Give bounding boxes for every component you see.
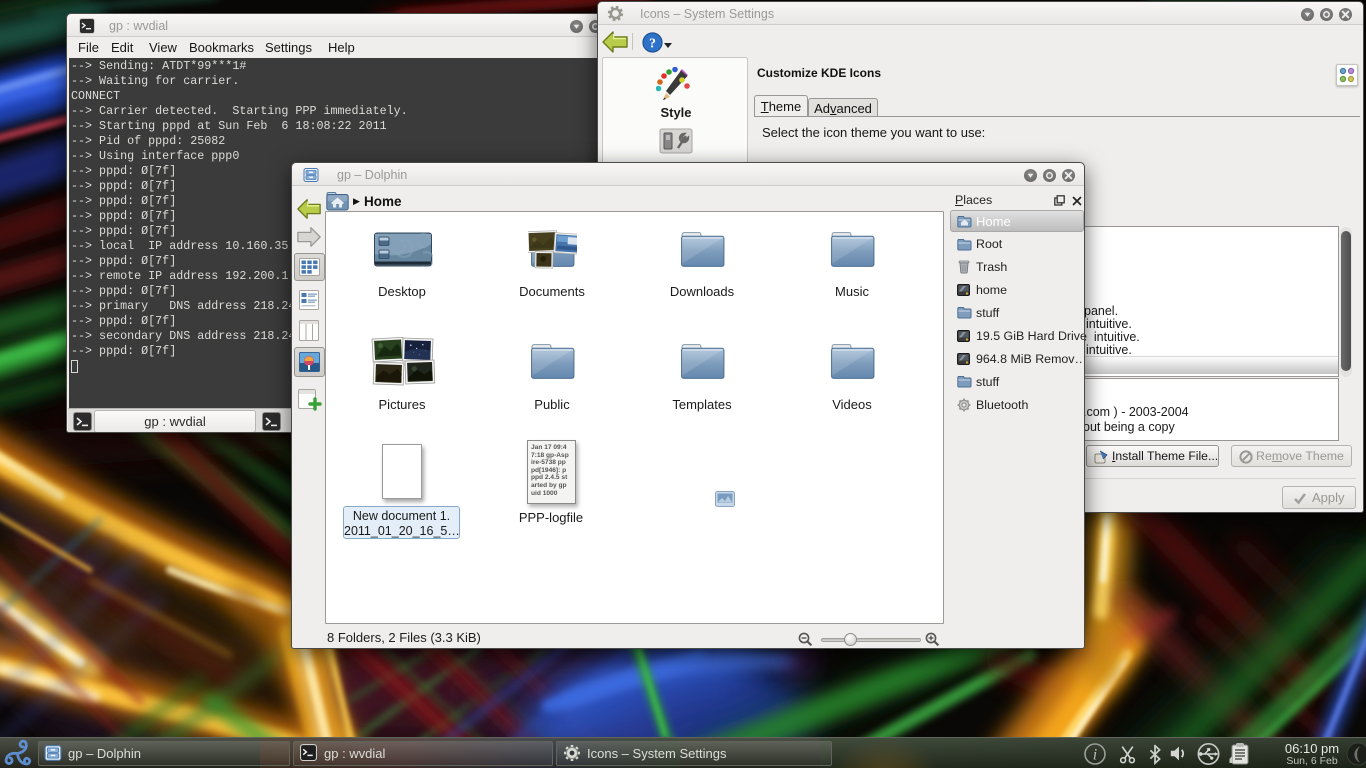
svg-text:i: i: [1093, 747, 1097, 764]
svg-text:?: ?: [649, 36, 656, 51]
